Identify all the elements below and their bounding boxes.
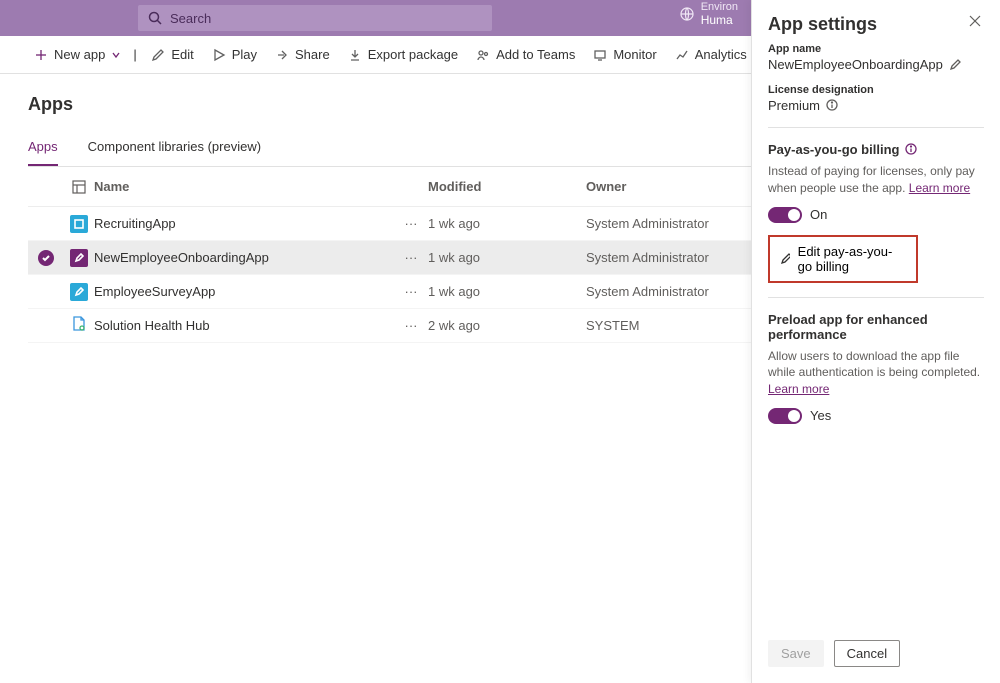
search-input[interactable]	[170, 11, 482, 26]
owner-cell: SYSTEM	[586, 318, 746, 333]
info-icon[interactable]	[826, 99, 839, 112]
edit-button[interactable]: Edit	[145, 43, 199, 66]
search-box[interactable]	[138, 5, 492, 31]
divider	[768, 297, 984, 298]
payg-learn-more-link[interactable]: Learn more	[909, 181, 970, 195]
owner-cell: System Administrator	[586, 284, 746, 299]
app-name-cell: EmployeeSurveyApp	[94, 284, 394, 299]
environment-icon	[679, 6, 695, 22]
play-button[interactable]: Play	[206, 43, 263, 66]
analytics-icon	[675, 48, 689, 62]
cancel-button[interactable]: Cancel	[834, 640, 900, 667]
preload-toggle[interactable]	[768, 408, 802, 424]
environment-value: Huma	[701, 13, 738, 27]
monitor-button[interactable]: Monitor	[587, 43, 662, 66]
share-button[interactable]: Share	[269, 43, 336, 66]
col-header-name[interactable]: Name	[94, 179, 394, 194]
app-settings-panel: App settings App name NewEmployeeOnboard…	[751, 0, 1000, 683]
panel-title: App settings	[768, 14, 877, 35]
add-to-teams-button[interactable]: Add to Teams	[470, 43, 581, 66]
modified-cell: 1 wk ago	[428, 284, 586, 299]
payg-title-text: Pay-as-you-go billing	[768, 142, 899, 157]
pencil-icon	[151, 48, 165, 62]
tab-component-libraries[interactable]: Component libraries (preview)	[88, 139, 261, 166]
modified-cell: 2 wk ago	[428, 318, 586, 333]
app-name-cell: NewEmployeeOnboardingApp	[94, 250, 394, 265]
info-icon[interactable]	[905, 143, 918, 156]
divider	[768, 127, 984, 128]
tab-apps[interactable]: Apps	[28, 139, 58, 166]
monitor-icon	[593, 48, 607, 62]
close-icon	[968, 14, 982, 28]
edit-appname-icon[interactable]	[949, 58, 962, 71]
license-value: Premium	[768, 98, 820, 113]
owner-cell: System Administrator	[586, 250, 746, 265]
payg-section-title: Pay-as-you-go billing	[768, 142, 984, 157]
preload-toggle-label: Yes	[810, 408, 831, 423]
column-options-icon[interactable]	[72, 180, 86, 194]
payg-toggle[interactable]	[768, 207, 802, 223]
preload-section-title: Preload app for enhanced performance	[768, 312, 984, 342]
share-icon	[275, 48, 289, 62]
monitor-label: Monitor	[613, 47, 656, 62]
owner-cell: System Administrator	[586, 216, 746, 231]
preload-body-text: Allow users to download the app file whi…	[768, 349, 980, 380]
export-icon	[348, 48, 362, 62]
export-button[interactable]: Export package	[342, 43, 464, 66]
app-name-cell: RecruitingApp	[94, 216, 394, 231]
play-icon	[212, 48, 226, 62]
teams-icon	[476, 48, 490, 62]
row-more-button[interactable]: ···	[394, 284, 428, 299]
app-name-cell: Solution Health Hub	[94, 318, 394, 333]
col-header-modified[interactable]: Modified	[428, 179, 586, 194]
environment-picker[interactable]: Environ Huma	[679, 1, 738, 27]
payg-description: Instead of paying for licenses, only pay…	[768, 163, 984, 197]
play-label: Play	[232, 47, 257, 62]
plus-icon	[34, 48, 48, 62]
row-more-button[interactable]: ···	[394, 250, 428, 265]
chevron-down-icon	[111, 50, 121, 60]
panel-footer: Save Cancel	[768, 630, 984, 683]
preload-learn-more-link[interactable]: Learn more	[768, 382, 829, 396]
selected-checkmark-icon[interactable]	[38, 250, 54, 266]
new-app-button[interactable]: New app	[28, 43, 127, 66]
toolbar-separator: |	[133, 47, 139, 62]
col-header-owner[interactable]: Owner	[586, 179, 746, 194]
license-label: License designation	[768, 84, 984, 96]
save-button: Save	[768, 640, 824, 667]
canvas-app-icon	[70, 283, 88, 301]
share-label: Share	[295, 47, 330, 62]
search-icon	[148, 11, 162, 25]
add-teams-label: Add to Teams	[496, 47, 575, 62]
preload-title-text: Preload app for enhanced performance	[768, 312, 984, 342]
canvas-app-icon	[70, 249, 88, 267]
app-name-value: NewEmployeeOnboardingApp	[768, 57, 943, 72]
model-driven-app-icon	[71, 316, 87, 335]
new-app-label: New app	[54, 47, 105, 62]
modified-cell: 1 wk ago	[428, 216, 586, 231]
edit-payg-label: Edit pay-as-you-go billing	[798, 244, 906, 274]
export-label: Export package	[368, 47, 458, 62]
edit-label: Edit	[171, 47, 193, 62]
app-name-label: App name	[768, 43, 984, 55]
preload-description: Allow users to download the app file whi…	[768, 348, 984, 398]
close-button[interactable]	[968, 14, 984, 30]
pencil-icon	[780, 252, 790, 265]
row-more-button[interactable]: ···	[394, 318, 428, 333]
edit-payg-billing-button[interactable]: Edit pay-as-you-go billing	[768, 235, 918, 283]
modified-cell: 1 wk ago	[428, 250, 586, 265]
payg-toggle-label: On	[810, 207, 827, 222]
row-more-button[interactable]: ···	[394, 216, 428, 231]
canvas-app-icon	[70, 215, 88, 233]
environment-label: Environ	[701, 1, 738, 13]
